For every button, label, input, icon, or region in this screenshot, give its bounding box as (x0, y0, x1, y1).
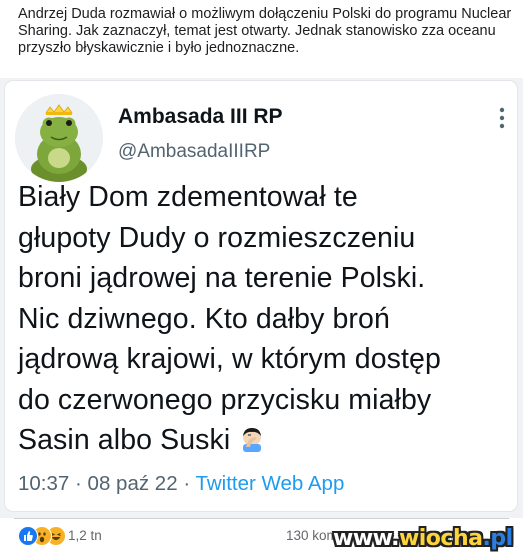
like-icon (18, 526, 38, 546)
site-watermark: www.wiocha.pl (333, 526, 513, 551)
vertical-dots-icon[interactable] (498, 107, 506, 129)
tweet-card: Ambasada III RP @AmbasadaIIIRP Biały Dom… (5, 81, 517, 511)
tweet-screenshot[interactable]: Ambasada III RP @AmbasadaIIIRP Biały Dom… (0, 78, 523, 518)
tweet-line-last: Sasin albo Suski (18, 420, 508, 461)
tweet-time[interactable]: 10:37 (18, 472, 69, 495)
tweet-line: do czerwonego przycisku miałby (18, 383, 432, 416)
facepalm-emoji (238, 424, 266, 452)
tweet-line: głupoty Dudy o rozmieszczeniu (18, 221, 416, 254)
reaction-count[interactable]: 1,2 tn (68, 528, 102, 543)
tweet-line: Nic dziwnego. Kto dałby broń (18, 302, 390, 335)
reaction-bar: 1,2 tn 130 kom www.wiocha.pl (0, 518, 523, 556)
tweet-date[interactable]: 08 paź 22 (88, 472, 178, 495)
tweet-meta: 10:37 · 08 paź 22 · Twitter Web App (18, 472, 344, 496)
tweet-line: Biały Dom zdementował te (18, 181, 358, 213)
author-handle[interactable]: @AmbasadaIIIRP (118, 141, 270, 163)
divider (14, 518, 509, 519)
reactions-summary[interactable] (18, 526, 66, 546)
meta-separator: · (75, 472, 82, 495)
watermark-prefix: www. (333, 526, 399, 551)
frog-plush-avatar-icon (15, 94, 103, 182)
watermark-brand: wiocha (398, 526, 483, 551)
tweet-line: Sasin albo Suski (18, 424, 231, 456)
author-name[interactable]: Ambasada III RP (118, 105, 283, 129)
tweet-source-link[interactable]: Twitter Web App (195, 472, 344, 495)
meta-separator: · (183, 472, 191, 495)
tweet-line: jądrową krajowi, w którym dostęp (18, 343, 441, 375)
tweet-line: broni jądrowej na terenie Polski. (18, 262, 426, 294)
post-text: Andrzej Duda rozmawiał o możliwym dołącz… (18, 6, 512, 56)
watermark-suffix: .pl (482, 526, 513, 551)
tweet-body: Biały Dom zdementował te głupoty Dudy o … (18, 177, 508, 461)
